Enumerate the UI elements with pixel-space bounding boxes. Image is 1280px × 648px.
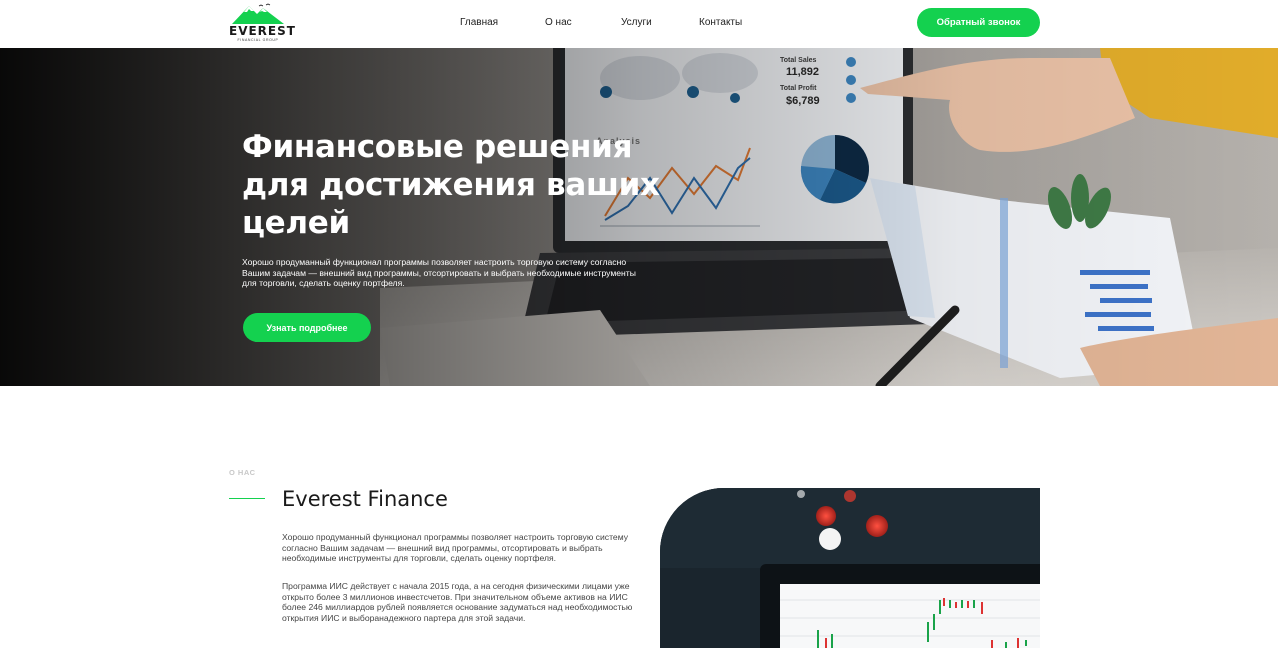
about-title: Everest Finance	[282, 487, 448, 511]
trading-screen-image	[660, 488, 1040, 648]
about-paragraph-2: Программа ИИС действует с начала 2015 го…	[282, 581, 633, 623]
screen-total-profit-label: Total Profit	[780, 85, 817, 92]
callback-button[interactable]: Обратный звонок	[917, 8, 1040, 37]
logo-subtext: FINANCIAL GROUP	[237, 38, 279, 42]
accent-divider	[229, 498, 265, 499]
nav-about[interactable]: О нас	[545, 17, 572, 28]
learn-more-button[interactable]: Узнать подробнее	[243, 313, 371, 342]
mountain-logo-icon	[232, 3, 284, 24]
screen-total-profit-value: $6,789	[786, 95, 820, 107]
about-image	[660, 488, 1040, 648]
nav-home[interactable]: Главная	[460, 17, 498, 28]
logo-text: EVEREST	[229, 24, 296, 38]
hero-description: Хорошо продуманный функционал программы …	[242, 257, 636, 288]
nav-services[interactable]: Услуги	[621, 17, 652, 28]
site-header: EVEREST FINANCIAL GROUP Главная О нас Ус…	[0, 0, 1280, 48]
hero-title: Финансовые решения для достижения ваших …	[242, 129, 660, 241]
logo[interactable]: EVEREST FINANCIAL GROUP	[229, 2, 296, 44]
section-eyebrow: О НАС	[229, 468, 256, 477]
about-paragraph-1: Хорошо продуманный функционал программы …	[282, 532, 628, 564]
hero-section: Total Sales 11,892 Total Profit $6,789 A…	[0, 48, 1278, 386]
nav-contacts[interactable]: Контакты	[699, 17, 742, 28]
screen-total-sales-label: Total Sales	[780, 57, 817, 64]
screen-total-sales-value: 11,892	[786, 66, 819, 78]
page: EVEREST FINANCIAL GROUP Главная О нас Ус…	[0, 0, 1280, 648]
